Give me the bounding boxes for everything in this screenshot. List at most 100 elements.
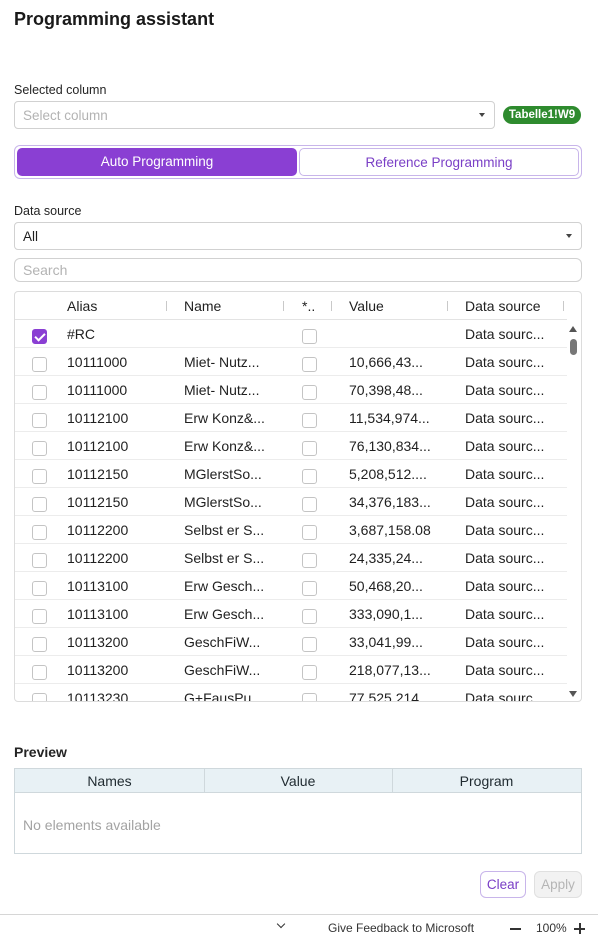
grid-scrollbar[interactable] — [565, 320, 581, 701]
data-grid: Alias Name *.. Value Data source #RC Data… — [14, 291, 582, 702]
column-header-alias[interactable]: Alias — [67, 298, 97, 314]
row-flag-checkbox[interactable] — [302, 665, 317, 680]
cell-alias: 10112100 — [67, 438, 129, 454]
cell-name: Selbst er S... — [184, 550, 265, 566]
column-resize-handle[interactable] — [166, 301, 167, 311]
cell-data-source: Data sourc... — [465, 690, 545, 702]
row-flag-checkbox[interactable] — [302, 693, 317, 701]
table-row[interactable]: 10113100 Erw Gesch... 50,468,20... Data sou… — [15, 572, 567, 600]
column-resize-handle[interactable] — [447, 301, 448, 311]
row-select-checkbox[interactable] — [32, 581, 47, 596]
cell-alias: 10113100 — [67, 606, 129, 622]
row-select-checkbox[interactable] — [32, 357, 47, 372]
row-flag-checkbox[interactable] — [302, 525, 317, 540]
search-field[interactable] — [14, 258, 582, 282]
apply-button[interactable]: Apply — [534, 871, 582, 898]
cell-value: 34,376,183... — [349, 494, 431, 510]
cell-alias: 10112200 — [67, 522, 129, 538]
table-row[interactable]: 10113200 GeschFiW... 33,041,99... Data sour… — [15, 628, 567, 656]
column-header-value[interactable]: Value — [349, 298, 384, 314]
zoom-level: 100% — [536, 921, 567, 935]
give-feedback-link[interactable]: Give Feedback to Microsoft — [328, 921, 474, 935]
preview-title: Preview — [14, 744, 67, 760]
cell-reference-badge: Tabelle1!W9 — [503, 106, 581, 124]
zoom-in-icon[interactable] — [574, 923, 585, 934]
row-select-checkbox[interactable] — [32, 413, 47, 428]
table-row[interactable]: #RC Data sourc... — [15, 320, 567, 348]
row-flag-checkbox[interactable] — [302, 497, 317, 512]
table-row[interactable]: 10113200 GeschFiW... 218,077,13... Data sou… — [15, 656, 567, 684]
table-row[interactable]: 10111000 Miet- Nutz... 70,398,48... Data so… — [15, 376, 567, 404]
cell-data-source: Data sourc... — [465, 550, 545, 566]
cell-value: 218,077,13... — [349, 662, 431, 678]
table-row[interactable]: 10112150 MGlerstSo... 34,376,183... Data so… — [15, 488, 567, 516]
row-flag-checkbox[interactable] — [302, 637, 317, 652]
column-resize-handle[interactable] — [283, 301, 284, 311]
search-input[interactable] — [15, 259, 581, 281]
column-resize-handle[interactable] — [331, 301, 332, 311]
cell-name: Erw Gesch... — [184, 578, 265, 594]
table-row[interactable]: 10113230 G+FausPu... 77,525,214... Data sou… — [15, 684, 567, 702]
scroll-down-icon[interactable] — [569, 691, 577, 697]
chevron-down-icon — [479, 113, 485, 117]
row-select-checkbox[interactable] — [32, 553, 47, 568]
cell-alias: 10112100 — [67, 410, 129, 426]
cell-name: Miet- Nutz... — [184, 382, 260, 398]
row-flag-checkbox[interactable] — [302, 581, 317, 596]
table-row[interactable]: 10112200 Selbst er S... 24,335,24... Data s… — [15, 544, 567, 572]
cell-value: 70,398,48... — [349, 382, 423, 398]
row-flag-checkbox[interactable] — [302, 553, 317, 568]
row-select-checkbox[interactable] — [32, 637, 47, 652]
row-flag-checkbox[interactable] — [302, 469, 317, 484]
cell-alias: #RC — [67, 326, 96, 342]
chevron-down-icon[interactable] — [276, 919, 286, 929]
column-resize-handle[interactable] — [563, 301, 564, 311]
row-select-checkbox[interactable] — [32, 665, 47, 680]
cell-data-source: Data sourc... — [465, 606, 545, 622]
row-flag-checkbox[interactable] — [302, 329, 317, 344]
table-row[interactable]: 10112100 Erw Konz&... 11,534,974... Data so… — [15, 404, 567, 432]
cell-data-source: Data sourc... — [465, 354, 545, 370]
row-flag-checkbox[interactable] — [302, 357, 317, 372]
column-header-name[interactable]: Name — [184, 298, 221, 314]
table-row[interactable]: 10111000 Miet- Nutz... 10,666,43... Data so… — [15, 348, 567, 376]
row-select-checkbox[interactable] — [32, 497, 47, 512]
tab-auto-programming[interactable]: Auto Programming — [17, 148, 297, 176]
data-source-dropdown[interactable]: All — [14, 222, 582, 250]
row-select-checkbox[interactable] — [32, 385, 47, 400]
row-select-checkbox[interactable] — [32, 693, 47, 701]
row-flag-checkbox[interactable] — [302, 413, 317, 428]
cell-name: Erw Konz&... — [184, 438, 265, 454]
cell-value: 50,468,20... — [349, 578, 423, 594]
row-select-checkbox[interactable] — [32, 329, 47, 344]
row-select-checkbox[interactable] — [32, 469, 47, 484]
status-bar: Give Feedback to Microsoft 100% — [0, 914, 598, 938]
scroll-up-icon[interactable] — [569, 326, 577, 332]
row-flag-checkbox[interactable] — [302, 441, 317, 456]
column-header-data-source[interactable]: Data source — [465, 298, 540, 314]
selected-column-placeholder: Select column — [23, 108, 108, 123]
row-flag-checkbox[interactable] — [302, 609, 317, 624]
cell-data-source: Data sourc... — [465, 382, 545, 398]
cell-data-source: Data sourc... — [465, 438, 545, 454]
cell-value: 3,687,158.08 — [349, 522, 431, 538]
table-row[interactable]: 10112200 Selbst er S... 3,687,158.08 Data … — [15, 516, 567, 544]
selected-column-dropdown[interactable]: Select column — [14, 101, 495, 129]
row-flag-checkbox[interactable] — [302, 385, 317, 400]
column-header-flag[interactable]: *.. — [302, 298, 315, 314]
data-source-label: Data source — [14, 204, 82, 218]
table-row[interactable]: 10112150 MGlerstSo... 5,208,512.... Data so… — [15, 460, 567, 488]
table-row[interactable]: 10112100 Erw Konz&... 76,130,834... Data so… — [15, 432, 567, 460]
zoom-out-icon[interactable] — [510, 928, 521, 930]
clear-button[interactable]: Clear — [480, 871, 526, 898]
cell-name: MGlerstSo... — [184, 494, 262, 510]
tab-reference-programming[interactable]: Reference Programming — [299, 148, 579, 176]
row-select-checkbox[interactable] — [32, 525, 47, 540]
cell-data-source: Data sourc... — [465, 522, 545, 538]
scroll-thumb[interactable] — [570, 339, 577, 355]
row-select-checkbox[interactable] — [32, 609, 47, 624]
table-row[interactable]: 10113100 Erw Gesch... 333,090,1... Data sou… — [15, 600, 567, 628]
row-select-checkbox[interactable] — [32, 441, 47, 456]
cell-data-source: Data sourc... — [465, 326, 545, 342]
cell-name: Erw Gesch... — [184, 606, 265, 622]
